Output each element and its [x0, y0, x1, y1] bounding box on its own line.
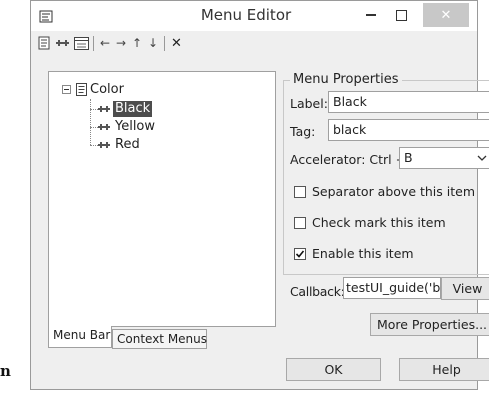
screenshot: n Menu Editor ✕ ← → ↑ ↓ ✕ Color Black Ye…	[0, 0, 489, 397]
maximize-icon	[395, 9, 407, 21]
accelerator-caption: Accelerator: Ctrl +	[290, 152, 407, 167]
menu-item-icon	[98, 106, 110, 112]
tab-menu-bar[interactable]: Menu Bar	[48, 326, 112, 348]
enable-label: Enable this item	[312, 246, 414, 261]
menu-item-icon	[98, 142, 110, 148]
view-button[interactable]: View	[441, 277, 489, 300]
menu-icon	[76, 83, 87, 96]
new-context-menu-button[interactable]	[73, 35, 89, 51]
label-field[interactable]: Black	[328, 91, 489, 113]
close-button[interactable]: ✕	[423, 3, 469, 27]
menu-properties-title: Menu Properties	[290, 72, 402, 87]
separator-label: Separator above this item	[312, 184, 476, 199]
move-down-button[interactable]: ↓	[147, 35, 159, 51]
toolbar-separator	[164, 36, 165, 51]
tag-field[interactable]: black	[328, 119, 489, 141]
help-button[interactable]: Help	[399, 358, 489, 381]
new-context-menu-icon	[73, 36, 89, 50]
more-properties-button[interactable]: More Properties...	[370, 313, 489, 336]
tree-node-color[interactable]: Color	[90, 82, 124, 98]
checkmark-checkbox[interactable]	[294, 217, 306, 229]
title-bar[interactable]: Menu Editor ✕	[31, 1, 477, 31]
outdent-icon: ←	[99, 36, 111, 50]
tree-node-yellow[interactable]: Yellow	[115, 119, 155, 135]
delete-icon: ✕	[171, 35, 182, 51]
callback-caption: Callback:	[290, 284, 345, 299]
toolbar: ← → ↑ ↓ ✕	[31, 33, 477, 55]
outdent-button[interactable]: ←	[99, 35, 111, 51]
delete-button[interactable]: ✕	[170, 35, 183, 51]
chevron-down-icon	[477, 155, 487, 161]
tree-connector	[90, 127, 98, 128]
page-text-fragment: n	[0, 362, 11, 380]
menu-tree[interactable]: Color Black Yellow Red	[48, 71, 276, 327]
tree-connector	[90, 145, 98, 146]
callback-field[interactable]: testUI_guide('bl	[343, 277, 441, 299]
minimize-button[interactable]	[356, 1, 386, 29]
minimize-icon	[366, 14, 376, 16]
ok-button[interactable]: OK	[286, 358, 381, 381]
label-caption: Label:	[290, 96, 328, 111]
tree-node-red[interactable]: Red	[115, 137, 140, 153]
new-menu-icon	[38, 36, 50, 50]
indent-icon: →	[115, 36, 127, 50]
tree-connector	[90, 109, 98, 110]
new-menu-button[interactable]	[37, 35, 51, 51]
checkmark-icon	[295, 250, 305, 258]
indent-button[interactable]: →	[115, 35, 127, 51]
close-icon: ✕	[440, 7, 452, 23]
new-menu-item-button[interactable]	[55, 35, 69, 51]
separator-checkbox[interactable]	[294, 186, 306, 198]
move-up-button[interactable]: ↑	[131, 35, 143, 51]
tag-caption: Tag:	[290, 124, 316, 139]
accelerator-select[interactable]: B	[399, 147, 489, 169]
checkmark-label: Check mark this item	[312, 215, 446, 230]
collapse-toggle[interactable]	[62, 85, 71, 94]
maximize-button[interactable]	[386, 1, 416, 29]
tree-node-black[interactable]: Black	[113, 101, 153, 117]
menu-item-icon	[98, 124, 110, 130]
tree-connector	[90, 99, 91, 145]
tab-context-menus[interactable]: Context Menus	[112, 329, 207, 349]
move-down-icon: ↓	[147, 36, 159, 50]
new-item-icon	[55, 40, 69, 46]
toolbar-separator	[93, 36, 94, 51]
accelerator-value: B	[404, 150, 413, 165]
move-up-icon: ↑	[131, 36, 143, 50]
enable-checkbox[interactable]	[294, 248, 306, 260]
menu-editor-window: Menu Editor ✕ ← → ↑ ↓ ✕ Color Black Yell…	[30, 0, 489, 390]
